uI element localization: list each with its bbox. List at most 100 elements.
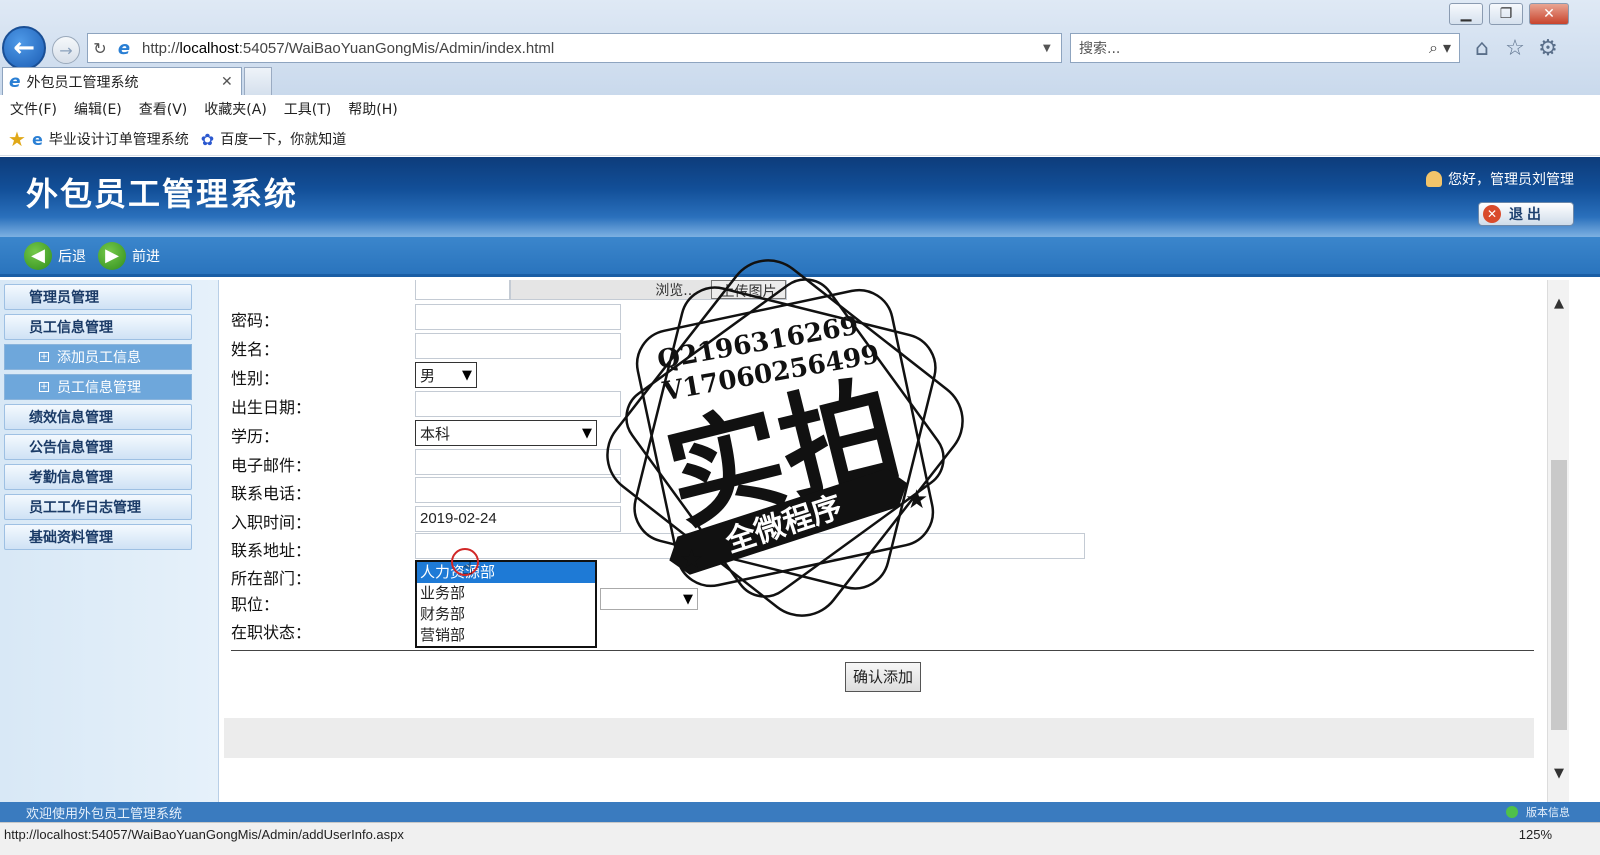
gender-select[interactable]: 男 ▼ <box>415 362 477 388</box>
hire-date-value: 2019-02-24 <box>420 510 497 527</box>
password-field[interactable] <box>415 304 621 330</box>
sidebar-item-basic-data[interactable]: 基础资料管理 <box>4 524 192 550</box>
position-select[interactable]: ▼ <box>600 588 698 610</box>
form-divider <box>231 650 1534 651</box>
favorite-link-baidu[interactable]: 百度一下，你就知道 <box>220 129 346 149</box>
new-tab-button[interactable] <box>244 67 272 95</box>
back-link[interactable]: 后退 <box>58 246 86 266</box>
department-label: 所在部门： <box>231 569 312 588</box>
name-label: 姓名： <box>231 340 280 359</box>
version-label: 版本信息 <box>1526 806 1570 819</box>
ie-page-icon: e <box>117 37 131 59</box>
gender-value: 男 <box>420 366 436 385</box>
menu-file[interactable]: 文件(F) <box>10 99 57 119</box>
phone-label: 联系电话： <box>231 484 312 503</box>
scroll-thumb[interactable] <box>1551 460 1567 730</box>
education-select[interactable]: 本科 ▼ <box>415 420 597 446</box>
browse-button[interactable]: 浏览... <box>641 280 711 299</box>
menu-edit[interactable]: 编辑(E) <box>74 99 122 119</box>
sidebar-subitem-label: 添加员工信息 <box>57 350 141 366</box>
back-arrow-icon[interactable]: ◀ <box>24 241 52 270</box>
forward-arrow-icon[interactable]: ▶ <box>98 241 126 270</box>
address-bar[interactable]: ↻ e http://localhost:54057/WaiBaoYuanGon… <box>87 33 1062 63</box>
upload-image-button[interactable]: 上传图片 <box>711 280 786 300</box>
menu-view[interactable]: 查看(V) <box>139 99 188 119</box>
birth-date-field[interactable] <box>415 391 621 417</box>
forward-link[interactable]: 前进 <box>132 246 160 266</box>
logout-button[interactable]: ✕ 退出 <box>1478 202 1574 226</box>
phone-field[interactable] <box>415 477 621 503</box>
hire-date-label: 入职时间： <box>231 513 312 532</box>
zoom-level[interactable]: 125% <box>1519 827 1552 842</box>
page-scrollbar[interactable]: ▲ ▼ <box>1547 280 1569 802</box>
back-arrow-icon: ← <box>13 33 35 63</box>
chevron-down-icon: ▼ <box>683 591 693 607</box>
sidebar-item-employee-info[interactable]: 员工信息管理 <box>4 314 192 340</box>
hire-date-field[interactable]: 2019-02-24 <box>415 506 621 532</box>
gender-label: 性别： <box>231 369 280 388</box>
favorite-link-order-system[interactable]: 毕业设计订单管理系统 <box>49 129 189 149</box>
photo-upload: 浏览... 上传图片 <box>415 280 787 300</box>
search-input[interactable]: 搜索... <box>1079 38 1429 58</box>
address-dropdown-icon[interactable]: ▼ <box>1043 43 1061 54</box>
tab-active[interactable]: e 外包员工管理系统 ✕ <box>2 67 242 95</box>
sidebar-item-attendance[interactable]: 考勤信息管理 <box>4 464 192 490</box>
email-field[interactable] <box>415 449 621 475</box>
greeting-text: 您好，管理员刘管理 <box>1448 172 1574 188</box>
search-box[interactable]: 搜索... ⌕ ▾ <box>1070 33 1460 63</box>
star-icon[interactable]: ☆ <box>1502 36 1528 62</box>
sidebar-item-admin[interactable]: 管理员管理 <box>4 284 192 310</box>
status-url: http://localhost:54057/WaiBaoYuanGongMis… <box>4 827 404 842</box>
confirm-add-button[interactable]: 确认添加 <box>845 662 921 692</box>
baidu-paw-icon: ✿ <box>200 129 215 149</box>
version-info[interactable]: 版本信息 <box>1506 804 1570 820</box>
user-greeting: 您好，管理员刘管理 <box>1426 169 1574 189</box>
forward-button[interactable]: → <box>52 36 80 64</box>
address-url[interactable]: http://localhost:54057/WaiBaoYuanGongMis… <box>142 40 1043 57</box>
search-icon[interactable]: ⌕ ▾ <box>1429 38 1459 58</box>
name-field[interactable] <box>415 333 621 359</box>
menu-help[interactable]: 帮助(H) <box>348 99 397 119</box>
photo-upload-controls: 浏览... 上传图片 <box>510 280 787 300</box>
user-icon <box>1426 171 1442 187</box>
position-label: 职位： <box>231 595 280 614</box>
expand-icon: + <box>39 382 49 392</box>
minimize-button[interactable]: ▁ <box>1449 3 1483 25</box>
education-value: 本科 <box>420 424 451 443</box>
department-option[interactable]: 业务部 <box>417 583 595 604</box>
sidebar-subitem-manage-employee[interactable]: + 员工信息管理 <box>4 374 192 400</box>
photo-path-field[interactable] <box>415 280 510 300</box>
sidebar-subitem-add-employee[interactable]: + 添加员工信息 <box>4 344 192 370</box>
hand-cursor-icon: ☝ <box>462 558 473 579</box>
address-label: 联系地址： <box>231 541 312 560</box>
scroll-down-icon[interactable]: ▼ <box>1548 766 1570 786</box>
sidebar-item-work-log[interactable]: 员工工作日志管理 <box>4 494 192 520</box>
email-label: 电子邮件： <box>231 456 312 475</box>
menu-favorites[interactable]: 收藏夹(A) <box>204 99 267 119</box>
department-option[interactable]: 人力资源部 <box>417 562 595 583</box>
menu-tools[interactable]: 工具(T) <box>284 99 331 119</box>
sidebar-item-announcement[interactable]: 公告信息管理 <box>4 434 192 460</box>
favorites-star-icon[interactable]: ★ <box>8 127 26 151</box>
add-employee-form: 浏览... 上传图片 密码： 姓名： 性别： 男 ▼ 出生日期： 学历： 本科 … <box>220 280 1547 802</box>
close-window-button[interactable]: ✕ <box>1529 3 1569 25</box>
address-field[interactable] <box>415 533 1085 559</box>
browser-chrome: ▁ ❐ ✕ ← → ↻ e http://localhost:54057/Wai… <box>0 0 1600 95</box>
scroll-up-icon[interactable]: ▲ <box>1548 296 1570 316</box>
favorites-bar: ★ e 毕业设计订单管理系统 ✿ 百度一下，你就知道 <box>0 123 1600 156</box>
department-dropdown-list[interactable]: 人力资源部 业务部 财务部 营销部 <box>415 560 597 648</box>
page-title: 外包员工管理系统 <box>26 175 299 213</box>
info-icon <box>1506 806 1518 818</box>
refresh-icon[interactable]: ↻ <box>88 39 112 58</box>
department-option[interactable]: 营销部 <box>417 625 595 646</box>
back-button[interactable]: ← <box>2 26 46 70</box>
home-icon[interactable]: ⌂ <box>1469 36 1495 62</box>
status-label: 在职状态： <box>231 623 312 642</box>
close-tab-icon[interactable]: ✕ <box>221 74 241 90</box>
sidebar-item-performance[interactable]: 绩效信息管理 <box>4 404 192 430</box>
gear-icon[interactable]: ⚙ <box>1535 36 1561 62</box>
forward-arrow-icon: → <box>59 40 73 60</box>
chevron-down-icon: ▼ <box>462 367 472 383</box>
department-option[interactable]: 财务部 <box>417 604 595 625</box>
maximize-button[interactable]: ❐ <box>1489 3 1523 25</box>
